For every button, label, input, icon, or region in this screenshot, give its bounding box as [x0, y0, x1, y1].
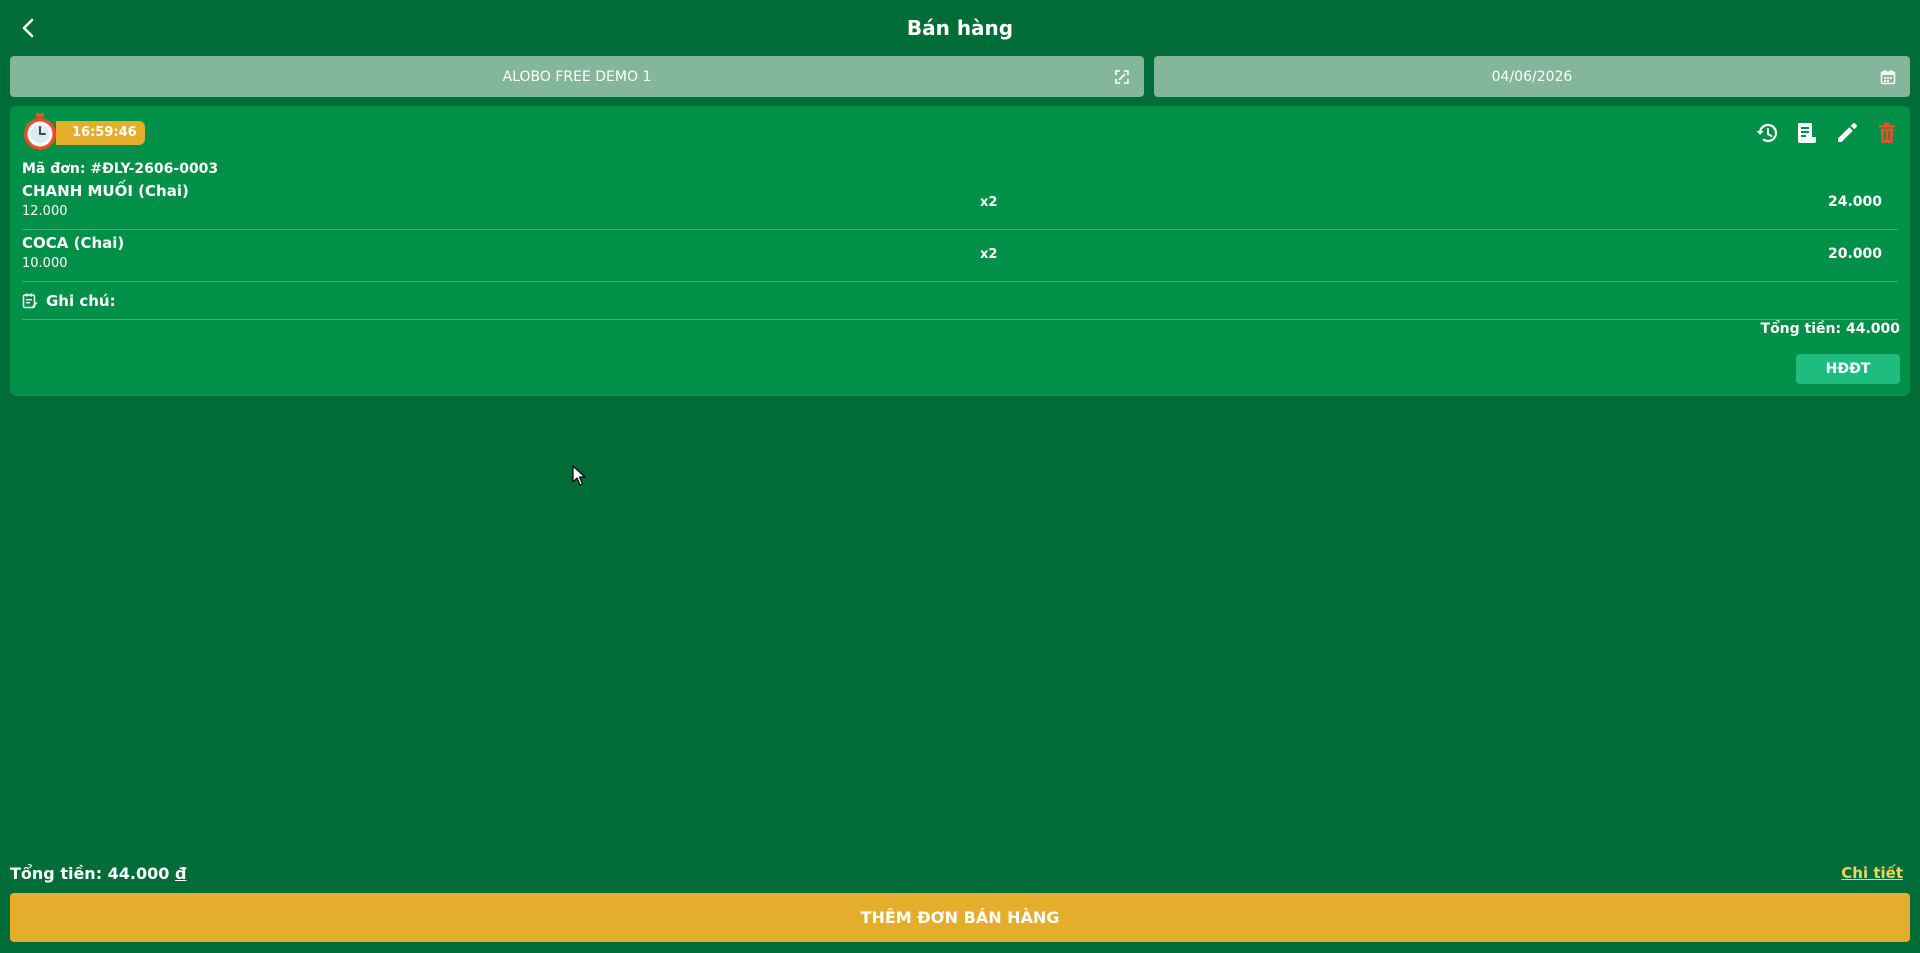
- receipt-icon: [1798, 123, 1816, 143]
- order-item-row[interactable]: COCA (Chai) 10.000 x2 20.000: [22, 230, 1898, 282]
- order-actions: [1754, 120, 1900, 146]
- note-label: Ghi chú:: [46, 291, 116, 310]
- chevron-left-icon: [22, 18, 34, 38]
- date-selector[interactable]: 04/06/2026: [1154, 56, 1910, 97]
- order-card[interactable]: 16:59:46 Mã đơn: #ĐLY-2606-0003 CHANH MU…: [10, 106, 1910, 396]
- order-total: Tổng tiền: 44.000: [1760, 321, 1900, 337]
- calendar-icon: [1880, 70, 1896, 85]
- currency-symbol: đ: [174, 864, 187, 883]
- history-button[interactable]: [1754, 120, 1780, 146]
- item-amount: 24.000: [1827, 194, 1882, 210]
- item-amount: 20.000: [1827, 246, 1882, 262]
- item-name: COCA (Chai): [22, 234, 125, 252]
- edit-icon: [1838, 123, 1857, 142]
- detail-link[interactable]: Chi tiết: [1841, 864, 1903, 882]
- store-selector[interactable]: ALOBO FREE DEMO 1: [10, 56, 1144, 97]
- item-price: 10.000: [22, 256, 68, 271]
- item-name: CHANH MUỐI (Chai): [22, 182, 189, 200]
- page-title: Bán hàng: [906, 16, 1014, 40]
- delete-button[interactable]: [1874, 120, 1900, 146]
- stopwatch-icon: [24, 113, 56, 150]
- header-bar: Bán hàng: [0, 0, 1920, 56]
- back-button[interactable]: [10, 12, 46, 44]
- item-quantity: x2: [980, 195, 998, 210]
- edit-button[interactable]: [1834, 120, 1860, 146]
- add-sale-order-button[interactable]: THÊM ĐƠN BÁN HÀNG: [10, 893, 1910, 942]
- history-icon: [1756, 123, 1778, 143]
- date-selector-value: 04/06/2026: [1491, 68, 1573, 85]
- order-item-row[interactable]: CHANH MUỐI (Chai) 12.000 x2 24.000: [22, 178, 1898, 230]
- item-quantity: x2: [980, 247, 998, 262]
- order-time-badge: 16:59:46: [56, 121, 145, 145]
- einvoice-button[interactable]: HĐĐT: [1796, 354, 1900, 384]
- trash-icon: [1879, 122, 1895, 143]
- order-note[interactable]: Ghi chú:: [22, 282, 1898, 320]
- store-selector-value: ALOBO FREE DEMO 1: [502, 68, 652, 85]
- mouse-cursor-icon: [572, 465, 586, 486]
- footer-total-label: Tổng tiền: 44.000: [10, 864, 170, 883]
- footer-total: Tổng tiền: 44.000 đ: [10, 864, 186, 883]
- receipt-button[interactable]: [1794, 120, 1820, 146]
- item-price: 12.000: [22, 204, 68, 219]
- selector-bar: ALOBO FREE DEMO 1 04/06/2026: [10, 56, 1910, 97]
- note-icon: [22, 293, 38, 308]
- order-code: Mã đơn: #ĐLY-2606-0003: [22, 161, 219, 177]
- scan-icon: [1115, 70, 1129, 84]
